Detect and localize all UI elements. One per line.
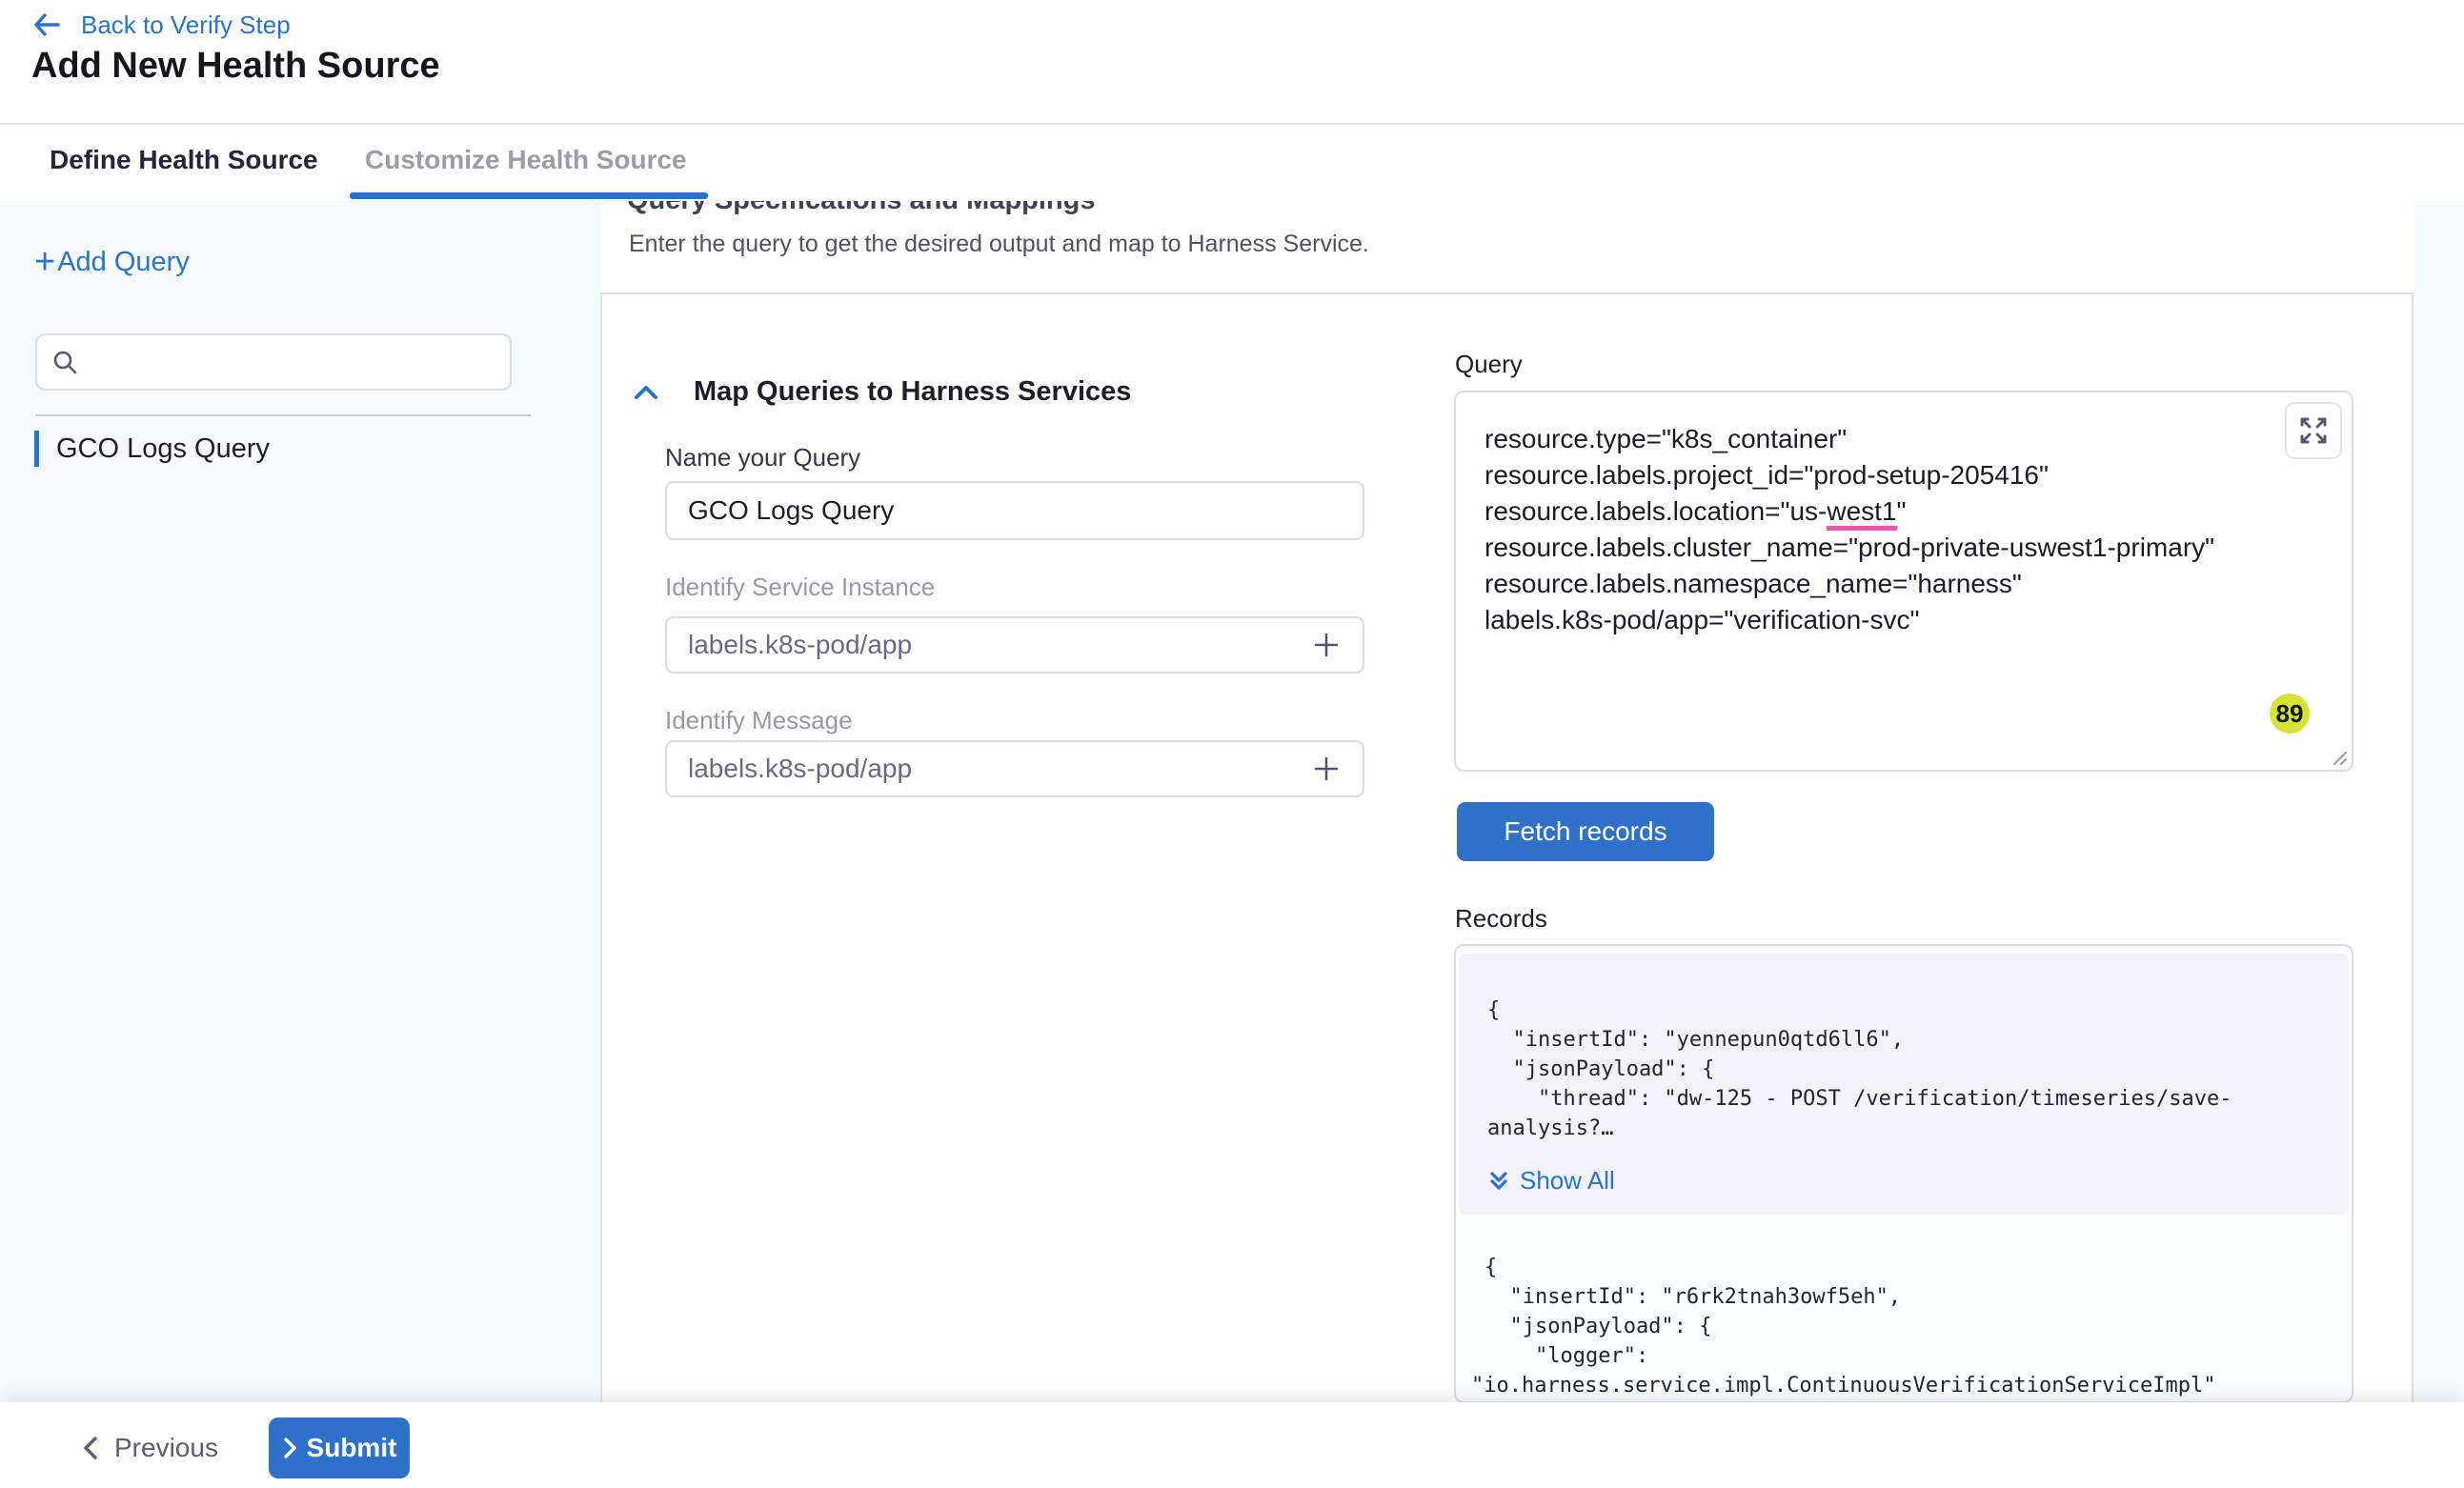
tab-bar: Define Health Source Customize Health So… xyxy=(0,125,2464,201)
record-item: { "insertId": "r6rk2tnah3owf5eh", "jsonP… xyxy=(1456,1253,2352,1400)
add-health-source-page: Back to Verify Step Add New Health Sourc… xyxy=(0,0,2464,1488)
tab-define-health-source[interactable]: Define Health Source xyxy=(50,125,318,195)
sidebar-divider xyxy=(35,414,531,416)
footer-bar: Previous Submit xyxy=(0,1402,2464,1488)
service-instance-value: labels.k8s-pod/app xyxy=(688,630,1311,660)
query-line: resource.labels.project_id="prod-setup-2… xyxy=(1484,457,2214,493)
plus-icon[interactable] xyxy=(1311,630,1342,660)
identify-message-input[interactable]: labels.k8s-pod/app xyxy=(665,740,1364,797)
page-header: Back to Verify Step Add New Health Sourc… xyxy=(0,0,2464,125)
submit-label: Submit xyxy=(307,1433,397,1463)
add-query-label: Add Query xyxy=(57,247,190,278)
record-item: { "insertId": "yennepun0qtd6ll6", "jsonP… xyxy=(1459,954,2349,1215)
query-line: resource.labels.namespace_name="harness" xyxy=(1484,566,2214,602)
back-link-label: Back to Verify Step xyxy=(81,10,291,40)
show-all-link[interactable]: Show All xyxy=(1487,1166,2326,1196)
query-name-value: GCO Logs Query xyxy=(688,495,1342,526)
tab-customize-health-source[interactable]: Customize Health Source xyxy=(365,125,687,195)
chevron-left-icon xyxy=(80,1435,101,1461)
section-heading-area: Query Specifications and Mappings Enter … xyxy=(600,201,2414,292)
fetch-records-button[interactable]: Fetch records xyxy=(1457,802,1714,861)
previous-label: Previous xyxy=(114,1433,218,1463)
show-all-label: Show All xyxy=(1520,1166,1615,1196)
back-arrow-icon xyxy=(31,10,62,40)
query-line: resource.type="k8s_container" xyxy=(1484,421,2214,457)
query-item-label: GCO Logs Query xyxy=(56,433,270,465)
submit-button[interactable]: Submit xyxy=(269,1418,410,1478)
section-heading: Query Specifications and Mappings xyxy=(627,201,1484,216)
sidebar-item-gco-logs-query[interactable]: GCO Logs Query xyxy=(34,431,270,467)
query-line: resource.labels.cluster_name="prod-priva… xyxy=(1484,530,2214,566)
chevron-right-icon xyxy=(282,1437,297,1459)
selected-indicator-bar xyxy=(34,431,39,467)
expand-icon xyxy=(2298,415,2329,446)
service-instance-input[interactable]: labels.k8s-pod/app xyxy=(665,616,1364,674)
query-textarea[interactable]: resource.type="k8s_container" resource.l… xyxy=(1454,391,2353,772)
query-sidebar: + Add Query GCO Logs Query xyxy=(0,201,600,1402)
records-panel[interactable]: { "insertId": "yennepun0qtd6ll6", "jsonP… xyxy=(1454,944,2353,1403)
double-chevron-down-icon xyxy=(1487,1170,1510,1193)
query-label: Query xyxy=(1455,350,1523,379)
plus-icon: + xyxy=(34,249,55,276)
query-name-input[interactable]: GCO Logs Query xyxy=(665,481,1364,540)
section-subheading: Enter the query to get the desired outpu… xyxy=(629,231,1369,258)
resize-handle[interactable] xyxy=(2329,747,2348,766)
identify-message-label: Identify Message xyxy=(665,706,853,735)
query-mapping-card: Map Queries to Harness Services Name you… xyxy=(600,292,2414,1402)
search-icon xyxy=(50,348,79,376)
name-your-query-label: Name your Query xyxy=(665,443,860,473)
search-input[interactable] xyxy=(91,348,496,377)
expand-fullscreen-button[interactable] xyxy=(2285,402,2342,459)
query-search-box xyxy=(35,333,512,391)
page-title: Add New Health Source xyxy=(31,46,440,87)
char-count-badge: 89 xyxy=(2270,694,2310,734)
identify-service-instance-label: Identify Service Instance xyxy=(665,573,935,602)
back-to-verify-step-link[interactable]: Back to Verify Step xyxy=(31,10,291,40)
add-query-button[interactable]: + Add Query xyxy=(34,247,190,278)
query-line-with-spellcheck: resource.labels.location="us-west1" xyxy=(1484,493,2214,530)
map-queries-title: Map Queries to Harness Services xyxy=(694,376,1131,408)
spellcheck-underlined-text: west1 xyxy=(1827,496,1896,531)
query-line: labels.k8s-pod/app="verification-svc" xyxy=(1484,602,2214,638)
section-heading-clipped: Query Specifications and Mappings xyxy=(627,201,1484,218)
previous-button[interactable]: Previous xyxy=(80,1433,218,1463)
records-label: Records xyxy=(1455,904,1547,934)
active-tab-underline xyxy=(350,192,708,199)
plus-icon[interactable] xyxy=(1311,754,1342,784)
query-text: resource.type="k8s_container" resource.l… xyxy=(1484,421,2214,638)
chevron-up-icon[interactable] xyxy=(631,378,661,409)
main-content: Query Specifications and Mappings Enter … xyxy=(600,201,2464,1402)
identify-message-value: labels.k8s-pod/app xyxy=(688,754,1311,784)
